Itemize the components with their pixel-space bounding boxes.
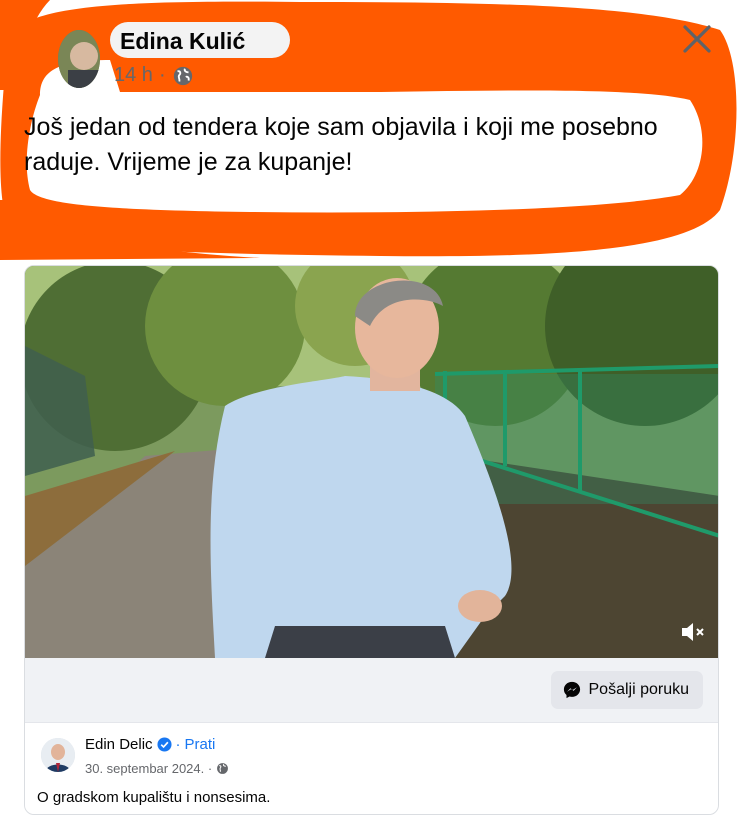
source-date[interactable]: 30. septembar 2024. ·	[85, 761, 212, 776]
follow-separator: ·	[175, 736, 181, 753]
author-avatar[interactable]	[58, 30, 100, 88]
post-meta: 14 h ·	[114, 64, 194, 87]
messenger-icon	[563, 681, 580, 699]
source-avatar[interactable]	[41, 738, 75, 772]
meta-separator: ·	[158, 64, 166, 86]
shared-post-actions: Pošalji poruku	[25, 658, 718, 722]
verified-badge-icon	[157, 737, 172, 752]
post-time[interactable]: 14 h	[114, 64, 153, 87]
close-button[interactable]	[678, 20, 716, 58]
post-header: Edina Kulić 14 h · Još jedan od tendera …	[0, 0, 739, 220]
video-frame	[25, 266, 718, 658]
source-caption: O gradskom kupalištu i nonsesima.	[37, 789, 271, 806]
shared-post-card[interactable]: Pošalji poruku Edin Delic · Prati 30. se…	[24, 265, 719, 815]
close-icon	[683, 25, 711, 53]
source-post-info: Edin Delic · Prati 30. septembar 2024. ·…	[25, 722, 718, 814]
globe-icon	[217, 763, 229, 774]
muted-speaker-icon[interactable]	[678, 618, 706, 646]
send-message-button[interactable]: Pošalji poruku	[550, 671, 703, 709]
post-text: Još jedan od tendera koje sam objavila i…	[24, 113, 658, 176]
source-name[interactable]: Edin Delic	[85, 736, 153, 753]
follow-link[interactable]: Prati	[185, 736, 216, 753]
globe-icon[interactable]	[172, 65, 194, 87]
source-meta: 30. septembar 2024. ·	[85, 761, 229, 776]
send-message-label: Pošalji poruku	[588, 681, 690, 698]
video-player[interactable]	[25, 266, 718, 658]
author-name[interactable]: Edina Kulić	[120, 28, 245, 55]
source-name-row: Edin Delic · Prati	[85, 736, 215, 753]
